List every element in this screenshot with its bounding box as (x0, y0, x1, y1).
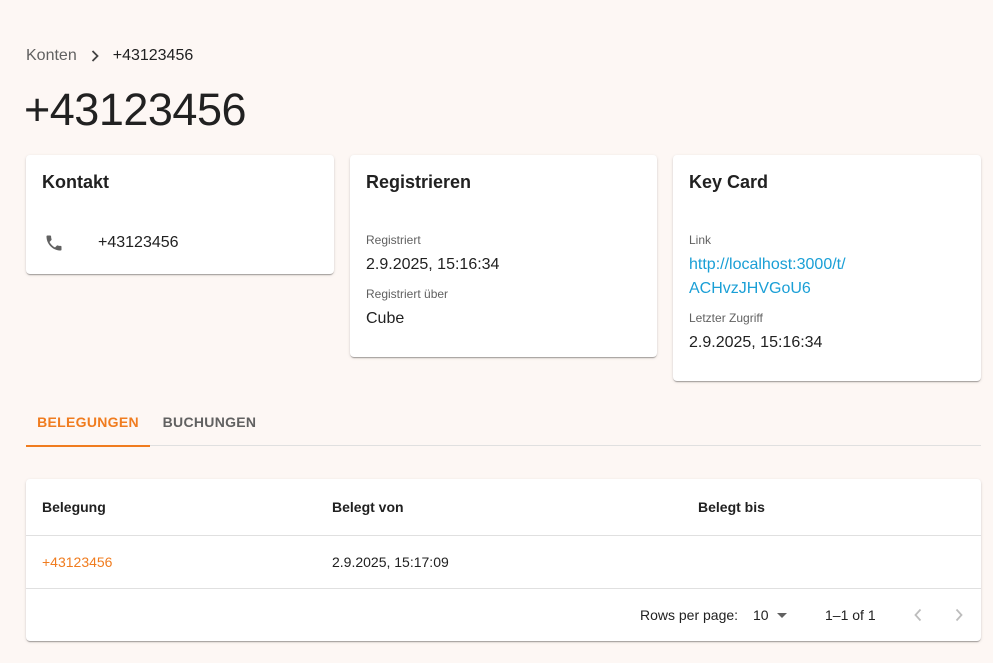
registered-via-value: Cube (366, 310, 405, 327)
next-page-button[interactable] (947, 603, 971, 627)
caret-down-icon[interactable] (776, 612, 787, 618)
phone-icon (42, 231, 66, 255)
rows-per-page-label: Rows per page: (640, 607, 739, 623)
table-row: +43123456 2.9.2025, 15:17:09 (26, 536, 981, 589)
last-access-value: 2.9.2025, 15:16:34 (689, 334, 823, 351)
keycard-card: Key Card Link http://localhost:3000/t/ A… (673, 155, 981, 381)
chevron-left-icon (914, 608, 922, 622)
page-title: +43123456 (24, 84, 247, 135)
keycard-link-field: Link http://localhost:3000/t/ ACHvzJHVGo… (689, 233, 846, 301)
keycard-card-title: Key Card (689, 172, 769, 192)
contact-phone-row: +43123456 (42, 231, 179, 255)
registered-value: 2.9.2025, 15:16:34 (366, 256, 500, 273)
column-header-belegt-von: Belegt von (332, 499, 404, 515)
chevron-right-icon (955, 608, 963, 622)
registered-label: Registriert (366, 233, 421, 247)
table-pagination: Rows per page: 10 1–1 of 1 (26, 589, 981, 641)
registered-via-label: Registriert über (366, 287, 449, 301)
tab-belegungen[interactable]: BELEGUNGEN (26, 398, 150, 447)
last-access-label: Letzter Zugriff (689, 311, 763, 325)
registrieren-card-title: Registrieren (366, 172, 472, 192)
tab-buchungen[interactable]: BUCHUNGEN (150, 398, 269, 446)
breadcrumb: Konten +43123456 (26, 47, 193, 65)
table-header-row: Belegung Belegt von Belegt bis (26, 479, 981, 536)
rows-per-page-value[interactable]: 10 (753, 607, 769, 623)
chevron-right-icon (77, 50, 113, 62)
belegungen-table: Belegung Belegt von Belegt bis +43123456… (26, 479, 981, 641)
belegung-link[interactable]: +43123456 (42, 554, 112, 570)
contact-phone-value: +43123456 (98, 234, 179, 251)
keycard-link-label: Link (689, 233, 712, 247)
keycard-link-line1[interactable]: http://localhost:3000/t/ (689, 253, 846, 277)
registered-via-field: Registriert über Cube (366, 287, 448, 331)
pagination-range: 1–1 of 1 (825, 607, 876, 623)
registrieren-card: Registrieren Registriert 2.9.2025, 15:16… (350, 155, 657, 357)
column-header-belegung: Belegung (42, 499, 106, 515)
column-header-belegt-bis: Belegt bis (698, 499, 765, 515)
belegt-von-cell: 2.9.2025, 15:17:09 (332, 554, 449, 570)
last-access-field: Letzter Zugriff 2.9.2025, 15:16:34 (689, 311, 822, 355)
keycard-link[interactable]: http://localhost:3000/t/ ACHvzJHVGoU6 (689, 253, 846, 301)
breadcrumb-current: +43123456 (112, 47, 194, 64)
registered-field: Registriert 2.9.2025, 15:16:34 (366, 233, 499, 277)
previous-page-button[interactable] (906, 603, 930, 627)
tabs-bar: BELEGUNGEN BUCHUNGEN (26, 398, 981, 447)
breadcrumb-konten-link[interactable]: Konten (26, 47, 77, 65)
rows-per-page-select[interactable]: 10 (753, 607, 787, 623)
kontakt-card-title: Kontakt (42, 172, 109, 192)
kontakt-card: Kontakt +43123456 (26, 155, 334, 274)
keycard-link-line2[interactable]: ACHvzJHVGoU6 (689, 277, 846, 301)
